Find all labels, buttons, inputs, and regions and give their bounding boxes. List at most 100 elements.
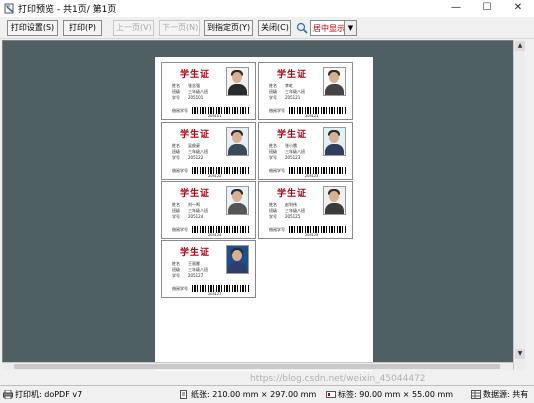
- name-label: 姓名: [172, 83, 180, 88]
- close-preview-button[interactable]: 关闭(C): [258, 20, 291, 36]
- id-value: 205125: [285, 214, 301, 219]
- photo-face: [232, 72, 242, 83]
- student-card: 学生证 姓名 吴俊豪 班级 三年级八班 学号 205122 借阅学号 205122: [161, 122, 256, 180]
- horizontal-scrollbar[interactable]: [2, 362, 513, 370]
- prev-page-button[interactable]: 上一页(V): [113, 20, 154, 36]
- close-window-button[interactable]: ✕: [503, 0, 533, 17]
- name-label: 姓名: [172, 143, 180, 148]
- name-value: 刘一鸣: [188, 202, 200, 207]
- photo-face: [329, 132, 339, 143]
- student-photo: [323, 186, 346, 215]
- id-row: 学号 205101: [172, 95, 203, 100]
- print-setup-button[interactable]: 打印设置(S): [7, 20, 58, 36]
- zoom-select[interactable]: 居中显示 ▼: [310, 20, 357, 36]
- status-bar: 打印机: doPDF v7 纸张: 210.00 mm × 297.00 mm …: [0, 385, 534, 403]
- name-value: 王丽娜: [188, 261, 200, 266]
- id-value: 205122: [188, 155, 204, 160]
- zoom-magnifier-icon[interactable]: [296, 22, 308, 34]
- id-label: 学号: [172, 214, 180, 219]
- photo-body: [228, 144, 247, 155]
- id-row: 学号 205122: [172, 155, 203, 160]
- id-row: 学号 205123: [269, 155, 300, 160]
- student-card: 学生证 姓名 赵利伟 班级 三年级八班 学号 205125 借阅学号 205125: [258, 181, 353, 239]
- minimize-button[interactable]: —: [441, 0, 471, 17]
- student-photo: [226, 127, 249, 156]
- student-photo: [323, 127, 346, 156]
- name-label: 姓名: [172, 202, 180, 207]
- photo-face: [329, 72, 339, 83]
- id-row: 学号 205125: [269, 214, 300, 219]
- student-card: 学生证 姓名 张志强 班级 三年级八班 学号 205101 借阅学号 205101: [161, 62, 256, 120]
- class-value: 三年级八班: [188, 208, 208, 213]
- photo-body: [325, 84, 344, 95]
- barcode-number: 205125: [305, 233, 319, 237]
- data-source-status: 数据源: 共有: [483, 390, 529, 399]
- name-row: 姓名 刘一鸣: [172, 202, 200, 207]
- paper-size-icon: [180, 390, 187, 399]
- scroll-up-arrow-icon[interactable]: ▲: [515, 41, 525, 51]
- class-value: 三年级八班: [188, 89, 208, 94]
- id-label: 学号: [269, 214, 277, 219]
- barcode-label: 借阅学号: [172, 108, 188, 113]
- id-value: 205127: [188, 273, 204, 278]
- photo-body: [325, 144, 344, 155]
- id-label: 学号: [172, 95, 180, 100]
- barcode-label: 借阅学号: [269, 108, 285, 113]
- student-photo: [226, 186, 249, 215]
- goto-page-button[interactable]: 到指定页(Y): [204, 20, 253, 36]
- student-card: 学生证 姓名 王丽娜 班级 三年级八班 学号 205127 借阅学号 205127: [161, 240, 256, 298]
- barcode-number: 205127: [208, 292, 222, 296]
- label-size-icon: [326, 391, 336, 398]
- name-row: 姓名 张小雷: [269, 143, 297, 148]
- student-card: 学生证 姓名 李虹 班级 三年级八班 学号 205121 借阅学号 205121: [258, 62, 353, 120]
- toolbar: 打印设置(S) 打印(P) 上一页(V) 下一页(N) 到指定页(Y) 关闭(C…: [0, 17, 534, 39]
- class-label: 班级: [269, 208, 277, 213]
- id-row: 学号 205127: [172, 273, 203, 278]
- print-button[interactable]: 打印(P): [63, 20, 102, 36]
- card-title: 学生证: [180, 189, 211, 199]
- name-row: 姓名 赵利伟: [269, 202, 297, 207]
- scroll-down-arrow-icon[interactable]: ▼: [515, 349, 525, 359]
- barcode-number: 205122: [208, 174, 222, 178]
- photo-body: [228, 262, 247, 273]
- class-value: 三年级八班: [188, 149, 208, 154]
- barcode-label: 借阅学号: [172, 227, 188, 232]
- printer-status: 打印机: doPDF v7: [15, 390, 83, 399]
- class-label: 班级: [172, 149, 180, 154]
- id-value: 205124: [188, 214, 204, 219]
- barcode-label: 借阅学号: [269, 168, 285, 173]
- paper-page: 学生证 姓名 张志强 班级 三年级八班 学号 205101 借阅学号 205101 学生证 姓名 李虹…: [155, 57, 373, 371]
- class-label: 班级: [172, 208, 180, 213]
- student-photo: [226, 67, 249, 96]
- class-row: 班级 三年级八班: [269, 149, 305, 154]
- barcode: [289, 107, 347, 114]
- class-value: 三年级八班: [285, 89, 305, 94]
- card-title: 学生证: [277, 70, 308, 80]
- vertical-scrollbar[interactable]: ▲ ▼: [513, 40, 525, 370]
- student-photo: [226, 245, 249, 274]
- data-source-icon: [471, 390, 481, 399]
- next-page-button[interactable]: 下一页(N): [159, 20, 200, 36]
- photo-face: [232, 191, 242, 202]
- paper-size-status: 纸张: 210.00 mm × 297.00 mm: [191, 390, 317, 399]
- class-label: 班级: [269, 89, 277, 94]
- name-value: 吴俊豪: [188, 143, 200, 148]
- barcode: [192, 285, 250, 292]
- class-label: 班级: [172, 89, 180, 94]
- maximize-button[interactable]: ☐: [472, 0, 502, 17]
- name-label: 姓名: [172, 261, 180, 266]
- name-row: 姓名 李虹: [269, 83, 293, 88]
- barcode-label: 借阅学号: [172, 286, 188, 291]
- class-row: 班级 三年级八班: [172, 149, 208, 154]
- class-value: 三年级八班: [285, 149, 305, 154]
- name-value: 赵利伟: [285, 202, 297, 207]
- horizontal-scroll-thumb[interactable]: [14, 364, 500, 369]
- name-value: 李虹: [285, 83, 293, 88]
- card-title: 学生证: [277, 130, 308, 140]
- photo-face: [232, 250, 242, 261]
- preview-area[interactable]: 学生证 姓名 张志强 班级 三年级八班 学号 205101 借阅学号 205101 学生证 姓名 李虹…: [2, 40, 525, 371]
- name-row: 姓名 王丽娜: [172, 261, 200, 266]
- printer-icon: [3, 390, 13, 399]
- chevron-down-icon[interactable]: ▼: [344, 21, 356, 35]
- barcode: [192, 226, 250, 233]
